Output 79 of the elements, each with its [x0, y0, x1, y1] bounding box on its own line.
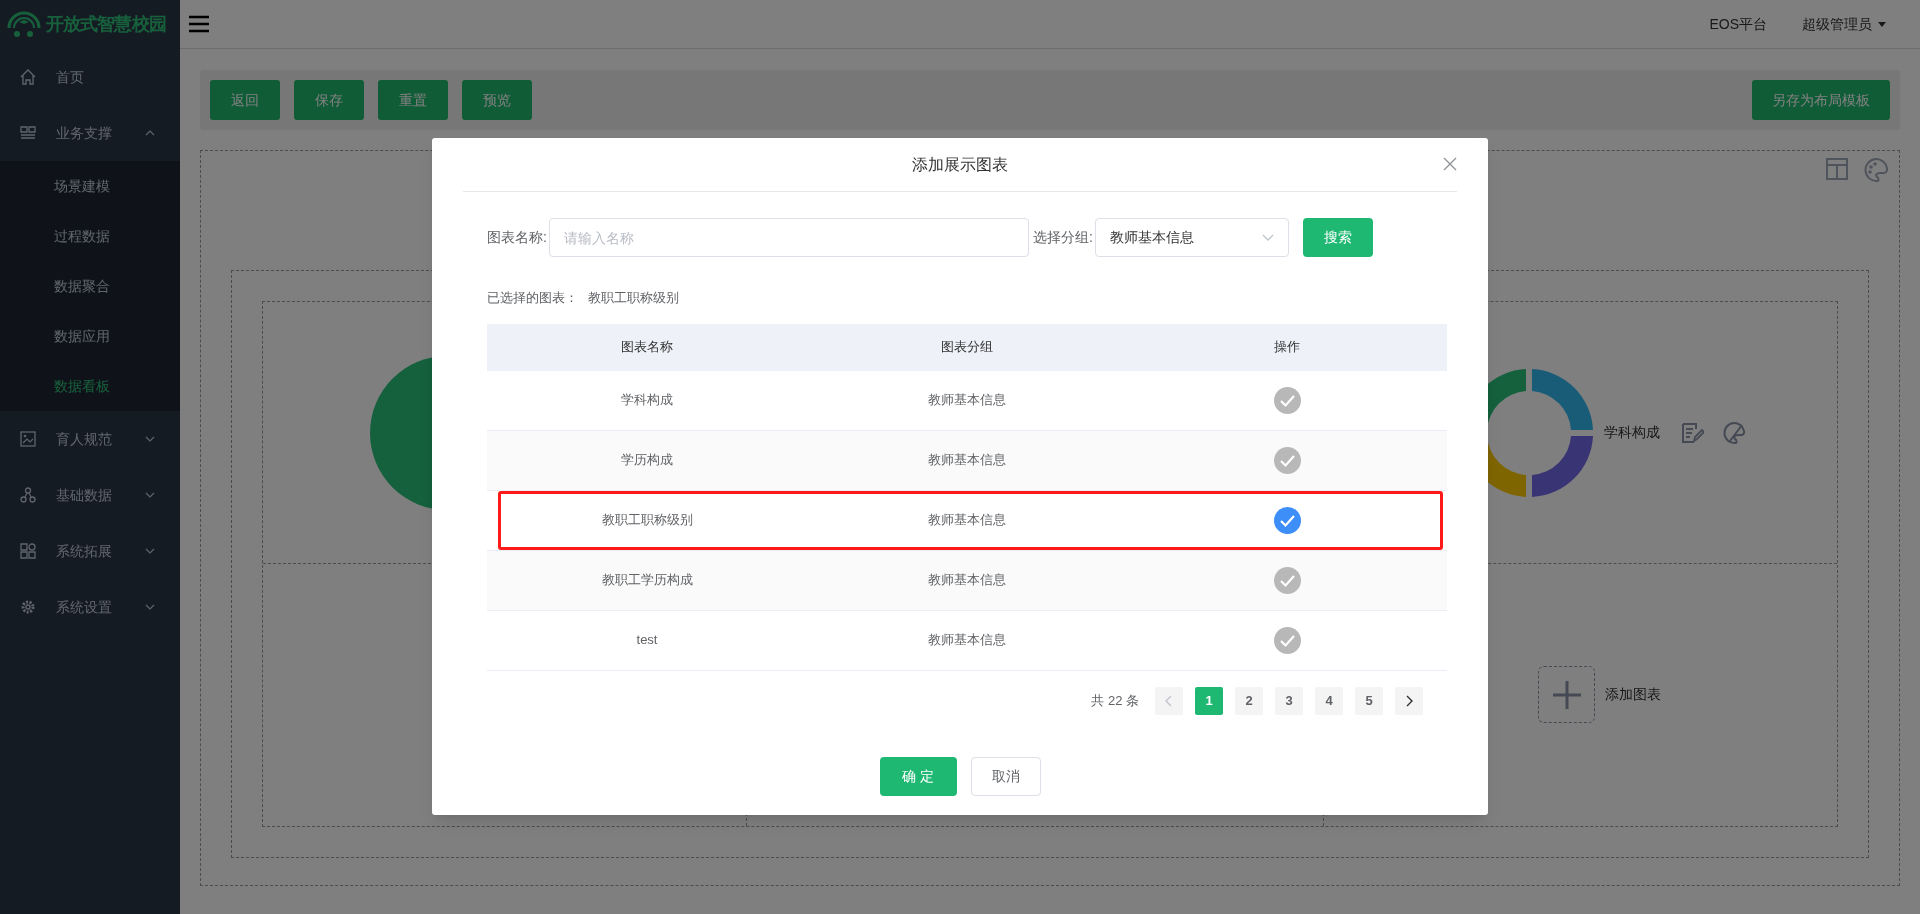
dialog-title: 添加展示图表	[912, 154, 1008, 175]
chevron-left-icon	[1165, 694, 1173, 707]
palette-icon[interactable]	[1863, 157, 1889, 183]
grid-icon	[20, 543, 36, 559]
save-template-button[interactable]: 另存为布局模板	[1752, 80, 1890, 120]
check-icon[interactable]	[1273, 626, 1301, 654]
table-cell-text: 教职工职称级别	[601, 511, 693, 530]
column-header: 操作	[1274, 338, 1300, 357]
toolbar-button[interactable]: 返回	[210, 80, 280, 120]
selected-chart-name: 教职工职称级别	[588, 289, 679, 307]
page-button[interactable]: 5	[1355, 686, 1383, 715]
chart-title: 学科构成	[1604, 423, 1660, 442]
add-chart-label: 添加图表	[1605, 685, 1661, 704]
page-button[interactable]: 1	[1195, 686, 1223, 715]
layout-icon[interactable]	[1825, 157, 1849, 181]
sidebar-subitem[interactable]: 数据聚合	[54, 275, 110, 297]
chevron-down-icon[interactable]	[145, 436, 155, 442]
check-icon[interactable]	[1273, 506, 1301, 534]
sidebar-item[interactable]: 育人规范	[56, 428, 125, 450]
search-button[interactable]: 搜索	[1302, 218, 1373, 257]
next-page-button[interactable]	[1395, 686, 1423, 715]
table-cell-text: 教师基本信息	[928, 571, 1006, 590]
table-cell-text: 学科构成	[621, 391, 673, 410]
palette-icon[interactable]	[1722, 420, 1746, 445]
chevron-right-icon	[1405, 694, 1413, 707]
sidebar-item[interactable]: 业务支撑	[56, 122, 125, 144]
table-cell-text: 教师基本信息	[928, 451, 1006, 470]
check-icon[interactable]	[1273, 446, 1301, 474]
sidebar-subitem[interactable]: 过程数据	[54, 225, 110, 247]
chevron-down-icon[interactable]	[145, 548, 155, 554]
chevron-down-icon	[1261, 233, 1274, 242]
home-icon	[20, 69, 36, 85]
chart-name-input[interactable]: 请输入名称	[548, 218, 1029, 257]
column-header: 图表分组	[941, 338, 993, 357]
platform-link[interactable]: EOS平台	[1709, 13, 1767, 35]
table-cell-text: 教师基本信息	[928, 511, 1006, 530]
menu-icon[interactable]	[188, 15, 210, 33]
hierarchy-icon	[20, 487, 36, 503]
check-icon[interactable]	[1273, 386, 1301, 414]
board-icon	[20, 126, 36, 140]
table-cell-text: 教师基本信息	[928, 631, 1006, 650]
image-icon	[20, 431, 36, 447]
group-select[interactable]: 教师基本信息	[1094, 218, 1289, 257]
edit-icon[interactable]	[1680, 420, 1704, 445]
sidebar-subitem[interactable]: 数据看板	[54, 375, 110, 397]
cancel-button[interactable]: 取消	[970, 756, 1041, 796]
check-icon[interactable]	[1273, 566, 1301, 594]
sidebar-item[interactable]: 基础数据	[56, 484, 125, 506]
total-count: 共 22 条	[1091, 691, 1139, 710]
table-cell-text: 教职工学历构成	[601, 571, 693, 590]
logo-text: 开放式智慧校园	[46, 13, 166, 36]
page-button[interactable]: 2	[1235, 686, 1263, 715]
page-button[interactable]: 4	[1315, 686, 1343, 715]
add-chart-button[interactable]	[1538, 666, 1595, 723]
sidebar-item[interactable]: 首页	[56, 66, 155, 88]
page-button[interactable]: 3	[1275, 686, 1303, 715]
chevron-down-icon[interactable]	[145, 492, 155, 498]
user-menu[interactable]: 超级管理员	[1802, 13, 1886, 35]
table-cell-text: 教师基本信息	[928, 391, 1006, 410]
field-label: 选择分组:	[1032, 228, 1093, 247]
sidebar-item[interactable]: 系统设置	[56, 596, 125, 618]
table-cell-text: 学历构成	[621, 451, 673, 470]
toolbar-button[interactable]: 保存	[294, 80, 364, 120]
confirm-button[interactable]: 确 定	[879, 756, 957, 796]
chevron-up-icon[interactable]	[145, 130, 155, 136]
toolbar-button[interactable]: 预览	[462, 80, 532, 120]
sidebar-item[interactable]: 系统拓展	[56, 540, 125, 562]
table-cell-text: test	[636, 631, 658, 650]
close-icon[interactable]	[1443, 157, 1457, 171]
sidebar-subitem[interactable]: 场景建模	[54, 175, 110, 197]
chevron-down-icon[interactable]	[145, 604, 155, 610]
caret-down-icon	[1878, 21, 1886, 27]
toolbar-button[interactable]: 重置	[378, 80, 448, 120]
field-label: 图表名称:	[487, 228, 547, 247]
column-header: 图表名称	[621, 338, 673, 357]
plus-icon	[1551, 679, 1582, 710]
sidebar-subitem[interactable]: 数据应用	[54, 325, 110, 347]
selected-label: 已选择的图表：	[487, 289, 578, 307]
settings-icon	[20, 599, 36, 615]
